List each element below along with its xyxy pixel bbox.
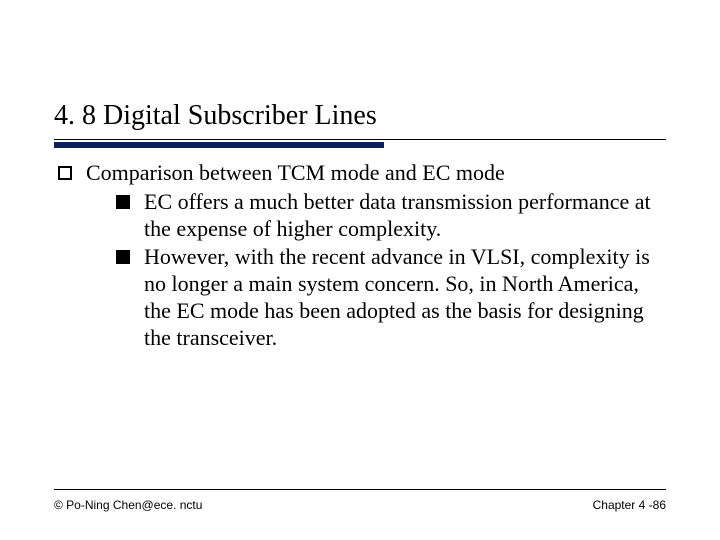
footer-row: © Po-Ning Chen@ece. nctu Chapter 4 -86 <box>54 498 666 512</box>
level2-text: However, with the recent advance in VLSI… <box>144 244 662 351</box>
hollow-square-icon <box>58 166 72 180</box>
level2-text: EC offers a much better data transmissio… <box>144 189 662 243</box>
level1-label: Comparison between TCM mode and EC mode <box>86 160 505 185</box>
footer-right: Chapter 4 -86 <box>593 498 666 512</box>
title-area: 4. 8 Digital Subscriber Lines <box>54 100 666 146</box>
footer-left: © Po-Ning Chen@ece. nctu <box>54 498 202 512</box>
slide: 4. 8 Digital Subscriber Lines Comparison… <box>0 0 720 540</box>
list-item: However, with the recent advance in VLSI… <box>116 244 662 351</box>
list-item: EC offers a much better data transmissio… <box>116 189 662 243</box>
level1-text: Comparison between TCM mode and EC mode … <box>86 160 662 352</box>
title-underline <box>54 136 666 146</box>
list-item: Comparison between TCM mode and EC mode … <box>58 160 662 352</box>
filled-square-icon <box>116 250 130 264</box>
thick-rule <box>54 142 384 148</box>
slide-title: 4. 8 Digital Subscriber Lines <box>54 100 666 132</box>
filled-square-icon <box>116 195 130 209</box>
footer-rule <box>54 489 666 490</box>
body-content: Comparison between TCM mode and EC mode … <box>58 160 662 354</box>
footer: © Po-Ning Chen@ece. nctu Chapter 4 -86 <box>54 489 666 512</box>
thin-rule <box>54 139 666 140</box>
